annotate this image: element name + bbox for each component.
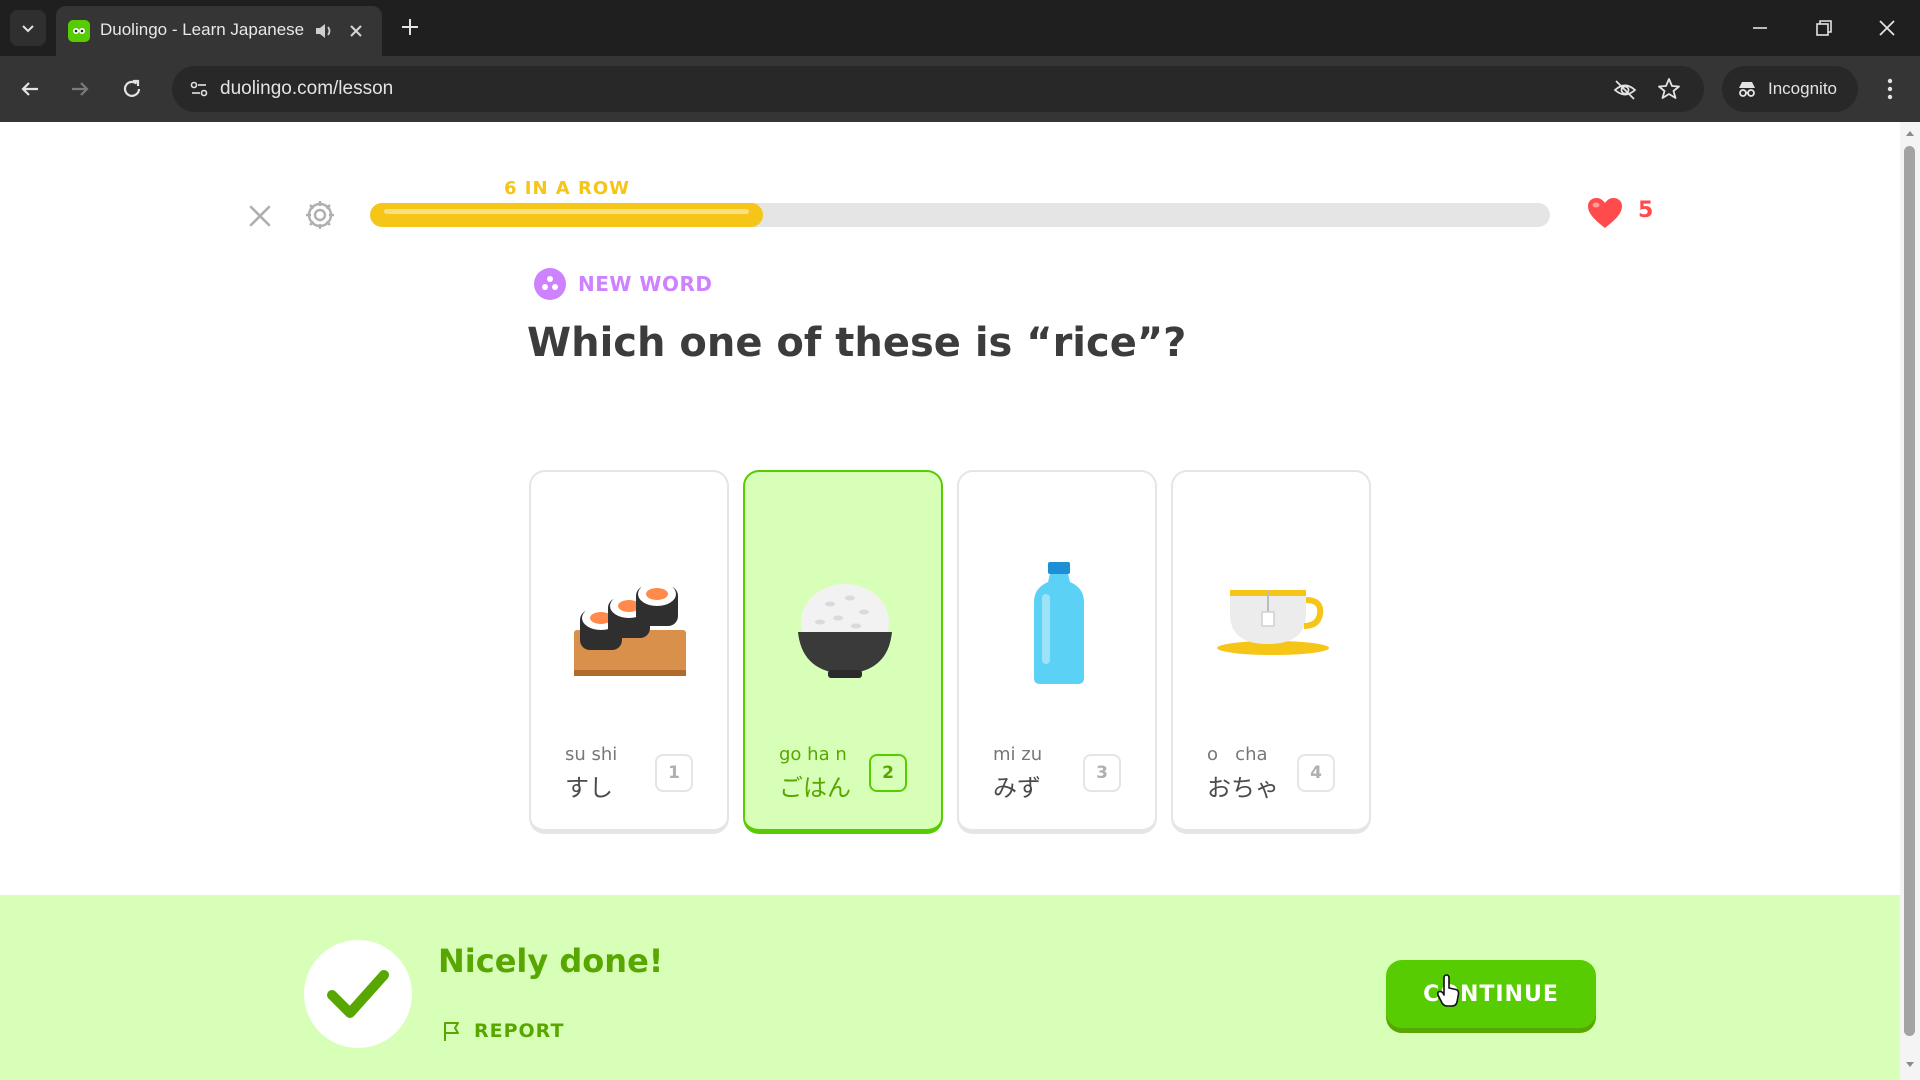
close-lesson-icon[interactable] — [244, 200, 276, 232]
choice-card-water[interactable]: mi zu みず 3 — [957, 470, 1157, 834]
reload-icon[interactable] — [118, 75, 146, 103]
tab-title: Duolingo - Learn Japanese — [100, 20, 305, 39]
heart-icon[interactable] — [1586, 196, 1624, 230]
choice-card-sushi[interactable]: su shi すし 1 — [529, 470, 729, 834]
hand-cursor-icon — [1436, 974, 1460, 1007]
tea-cup-icon — [1217, 590, 1329, 655]
bookmark-star-icon[interactable] — [1656, 76, 1682, 102]
forward-arrow-icon[interactable] — [66, 75, 94, 103]
choice-number: 3 — [1083, 754, 1121, 792]
tab-search-button[interactable] — [10, 10, 46, 46]
choice-word: go ha n ごはん — [779, 744, 851, 804]
sushi-icon — [574, 582, 686, 676]
choice-card-rice[interactable]: go ha n ごはん 2 — [743, 470, 943, 834]
eye-off-icon[interactable] — [1612, 77, 1638, 103]
gear-icon[interactable] — [302, 197, 338, 233]
romaji-text: mi zu — [993, 744, 1043, 765]
scroll-down-arrow-icon[interactable] — [1905, 1060, 1915, 1070]
checkmark-icon — [327, 970, 389, 1018]
lesson-progress-fill — [370, 203, 763, 227]
kana-text: みず — [993, 774, 1041, 802]
browser-toolbar: duolingo.com/lesson Incognito — [0, 56, 1920, 122]
browser-tab[interactable]: Duolingo - Learn Japanese — [56, 6, 382, 56]
address-bar[interactable]: duolingo.com/lesson — [172, 66, 1704, 112]
incognito-label: Incognito — [1768, 79, 1837, 98]
duolingo-favicon-icon — [68, 20, 90, 42]
lesson-progress-bar — [370, 203, 1550, 227]
kana-text: おちゃ — [1207, 774, 1279, 802]
minimize-icon[interactable] — [1748, 16, 1772, 40]
browser-tab-strip: Duolingo - Learn Japanese — [0, 0, 1920, 56]
more-menu-icon[interactable] — [1878, 75, 1902, 103]
challenge-prompt: Which one of these is “rice”? — [527, 320, 1187, 366]
report-button[interactable]: REPORT — [440, 1016, 564, 1046]
flag-icon — [444, 1022, 459, 1041]
choice-number: 1 — [655, 754, 693, 792]
water-bottle-icon — [1034, 562, 1084, 684]
rice-bowl-icon — [798, 584, 892, 678]
choice-word: o cha おちゃ — [1207, 744, 1279, 804]
kana-text: すし — [565, 774, 613, 802]
incognito-icon — [1739, 82, 1755, 97]
window-close-icon[interactable] — [1874, 15, 1900, 41]
url-text[interactable]: duolingo.com/lesson — [220, 78, 393, 100]
page-scrollbar-thumb[interactable] — [1904, 146, 1915, 1036]
scroll-up-arrow-icon[interactable] — [1905, 128, 1915, 138]
chevron-down-icon — [22, 25, 34, 33]
new-tab-icon[interactable] — [398, 15, 422, 39]
hearts-count: 5 — [1638, 198, 1654, 223]
restore-icon[interactable] — [1812, 16, 1836, 40]
romaji-text: o cha — [1207, 744, 1268, 765]
continue-button[interactable]: CONTINUE — [1386, 960, 1596, 1028]
back-arrow-icon[interactable] — [16, 75, 44, 103]
progress-highlight — [384, 209, 749, 214]
site-settings-icon[interactable] — [188, 78, 210, 100]
streak-label: 6 IN A ROW — [503, 178, 631, 199]
tab-close-icon[interactable] — [346, 21, 366, 41]
choice-word: mi zu みず — [993, 744, 1042, 804]
feedback-panel — [0, 895, 1900, 1080]
correct-badge — [304, 940, 412, 1048]
report-label: REPORT — [474, 1020, 565, 1042]
new-word-badge-icon — [534, 268, 566, 300]
choice-word: su shi すし — [565, 744, 617, 804]
choice-card-tea[interactable]: o cha おちゃ 4 — [1171, 470, 1371, 834]
romaji-text: go ha n — [779, 744, 847, 765]
choice-number: 4 — [1297, 754, 1335, 792]
feedback-title: Nicely done! — [438, 942, 664, 980]
kana-text: ごはん — [779, 774, 851, 802]
new-word-label: NEW WORD — [578, 272, 713, 296]
choice-number: 2 — [869, 754, 907, 792]
speaker-icon[interactable] — [312, 20, 334, 42]
romaji-text: su shi — [565, 744, 618, 765]
incognito-profile-button[interactable]: Incognito — [1722, 66, 1858, 112]
